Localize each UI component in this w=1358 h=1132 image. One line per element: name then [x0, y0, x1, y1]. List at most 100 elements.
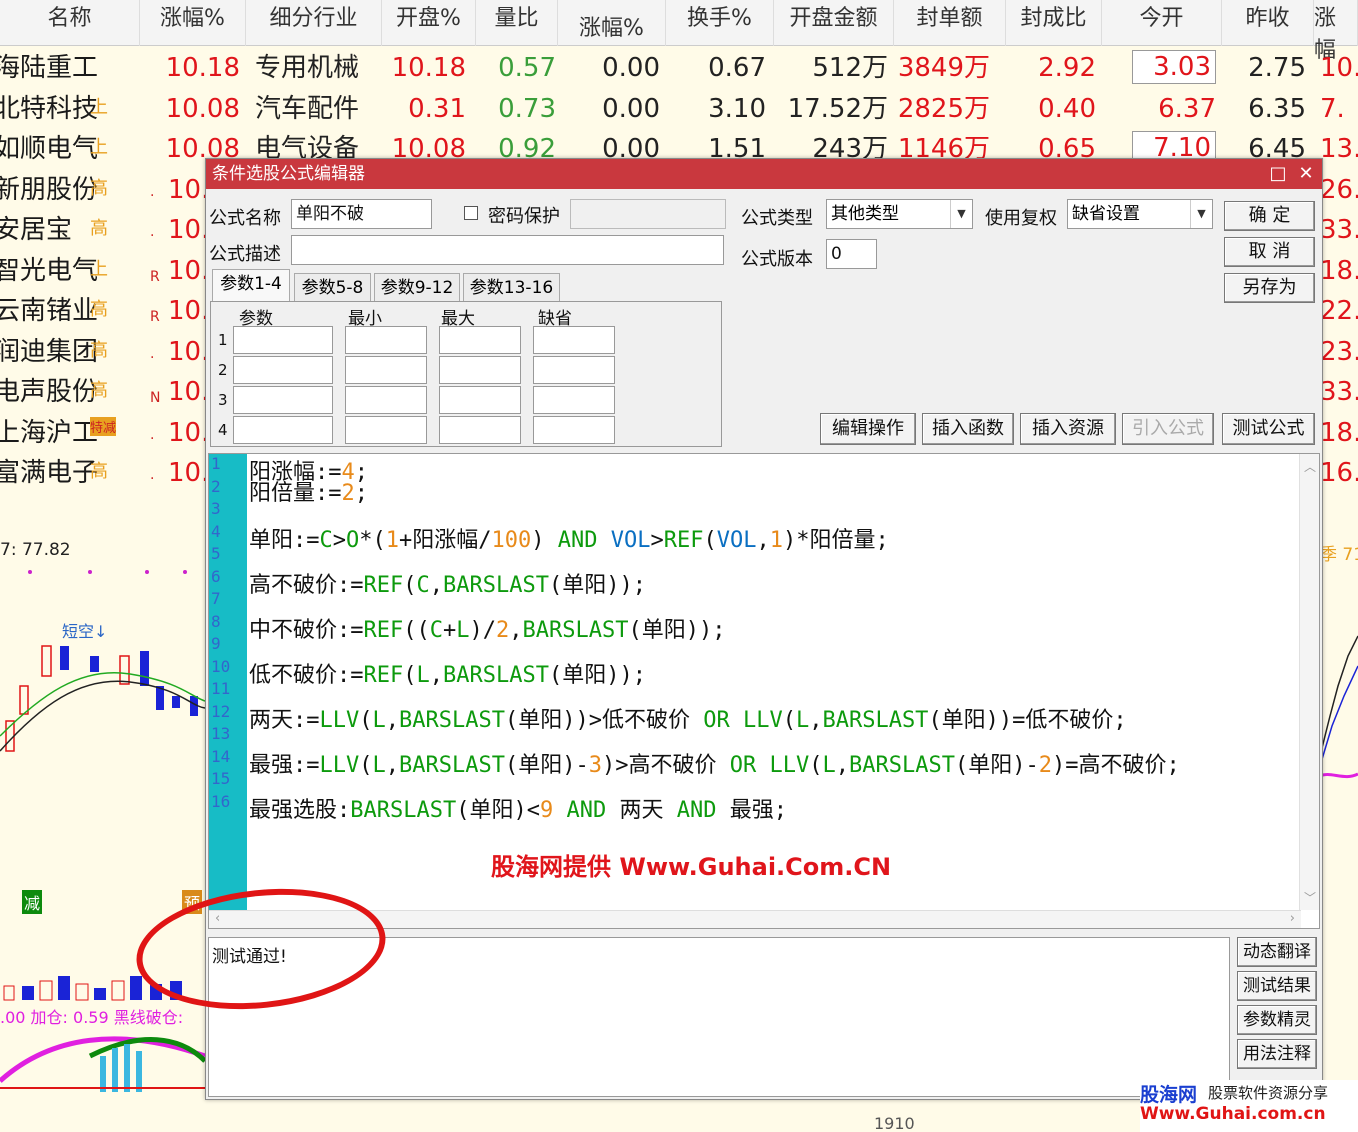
param-cell-input[interactable]	[345, 386, 427, 414]
tab-params-1-4[interactable]: 参数1-4	[212, 269, 290, 301]
formula-type-value: 其他类型	[831, 204, 899, 224]
password-input[interactable]	[570, 199, 726, 229]
scroll-right-icon[interactable]: ›	[1290, 911, 1295, 926]
col-header[interactable]: 涨幅	[1314, 0, 1358, 63]
param-cell-input[interactable]	[439, 386, 521, 414]
stock-tag: 高	[90, 218, 108, 239]
adjust-select[interactable]: 缺省设置 ▼	[1067, 199, 1213, 229]
desc-input[interactable]	[291, 235, 724, 265]
insert-resource-button[interactable]: 插入资源	[1020, 413, 1116, 445]
formula-type-select[interactable]: 其他类型 ▼	[826, 199, 973, 229]
formula-name-input[interactable]: 单阳不破	[291, 199, 432, 229]
stock-tag: 上	[90, 96, 108, 118]
ok-button[interactable]: 确 定	[1224, 201, 1315, 231]
param-cell-input[interactable]	[533, 356, 615, 384]
tab-params-5-8[interactable]: 参数5-8	[294, 273, 371, 301]
param-cell-input[interactable]	[233, 386, 333, 414]
vertical-scrollbar[interactable]: ︿ ﹀	[1299, 454, 1319, 910]
col-header[interactable]: 封单额	[894, 0, 1006, 46]
col-header[interactable]: 封成比	[1006, 0, 1102, 46]
code-token: LLV	[319, 752, 360, 778]
line-number: 4	[211, 521, 221, 541]
line-number: 5	[211, 544, 221, 563]
dynamic-translate-button[interactable]: 动态翻译	[1237, 937, 1317, 967]
col-header[interactable]: 今开	[1102, 0, 1222, 46]
stock-name: 如顺电气	[0, 134, 99, 164]
param-cell-input[interactable]	[345, 326, 427, 354]
col-header[interactable]: 昨收	[1222, 0, 1314, 46]
param-cell-input[interactable]	[439, 416, 521, 444]
code-token: 单阳	[249, 527, 294, 553]
code-token: ,	[429, 572, 444, 598]
test-result-button[interactable]: 测试结果	[1237, 971, 1317, 1001]
chevron-down-icon[interactable]: ▼	[1190, 200, 1212, 228]
param-cell-input[interactable]	[233, 326, 333, 354]
close-icon[interactable]: ✕	[1292, 159, 1320, 189]
usage-notes-button[interactable]: 用法注释	[1237, 1039, 1317, 1069]
param-wizard-button[interactable]: 参数精灵	[1237, 1005, 1317, 1035]
code-token: BARSLAST	[822, 707, 929, 733]
code-token: 两天	[606, 797, 677, 823]
col-header[interactable]: 开盘金额	[774, 0, 894, 46]
code-token: (单阳))>低不破价	[504, 707, 704, 733]
code-line: 单阳:=C>O*(1+阳涨幅/100) AND VOL>REF(VOL,1)*阳…	[249, 522, 889, 554]
table-row[interactable]: 北特科技上 10.08 汽车配件 0.31 0.73 0.00 3.10 17.52万 2825…	[0, 89, 1358, 129]
line-number: 16	[211, 791, 231, 811]
param-cell-input[interactable]	[439, 356, 521, 384]
stock-tag: 高	[90, 299, 108, 320]
param-cell-input[interactable]	[439, 326, 521, 354]
stock-tag: 高	[90, 339, 108, 361]
param-cell-input[interactable]	[533, 386, 615, 414]
test-formula-button[interactable]: 测试公式	[1222, 413, 1315, 445]
edit-ops-button[interactable]: 编辑操作	[820, 413, 916, 445]
code-line: 最强:=LLV(L,BARSLAST(单阳)-3)>高不破价 OR LLV(L,…	[249, 747, 1180, 779]
tab-params-13-16[interactable]: 参数13-16	[463, 273, 560, 301]
code-token: O	[346, 527, 360, 553]
scroll-down-icon[interactable]: ﹀	[1304, 889, 1316, 906]
password-checkbox[interactable]	[464, 206, 478, 220]
param-cell-input[interactable]	[233, 416, 333, 444]
col-header[interactable]: 细分行业	[246, 0, 382, 46]
col-header[interactable]: 涨幅%	[140, 0, 246, 46]
brand-name: 股海网	[1140, 1084, 1198, 1106]
param-cell-input[interactable]	[533, 326, 615, 354]
col-header[interactable]: 名称	[0, 0, 140, 46]
code-token: ,	[385, 707, 400, 733]
cell-industry: 专用机械	[255, 53, 360, 83]
chevron-down-icon[interactable]: ▼	[950, 200, 972, 228]
insert-function-button[interactable]: 插入函数	[922, 413, 1014, 445]
stock-flag: N	[150, 390, 161, 406]
param-cell-input[interactable]	[533, 416, 615, 444]
code-token: (单阳)-	[504, 752, 589, 778]
code-token: 3	[588, 752, 602, 778]
code-token: L	[822, 752, 836, 778]
import-formula-button[interactable]: 引入公式	[1122, 413, 1214, 445]
line-number-gutter: 1 2 3 4 5 6 7 8 9 10 11 12 13 14 15 16	[209, 454, 247, 910]
table-row[interactable]: 海陆重工 10.18 专用机械 10.18 0.57 0.00 0.67 512万 3849万 2…	[0, 48, 1358, 88]
code-token: +	[443, 617, 457, 643]
code-token: OR	[729, 752, 757, 778]
kline-svg	[0, 570, 205, 1092]
tab-params-9-12[interactable]: 参数9-12	[374, 273, 460, 301]
param-cell-input[interactable]	[233, 356, 333, 384]
col-header[interactable]: 换手%	[666, 0, 774, 46]
col-header[interactable]: 开盘%	[382, 0, 476, 46]
code-token: 两天	[249, 707, 294, 733]
code-token: BARSLAST	[399, 707, 505, 733]
col-header[interactable]: 量比	[476, 0, 558, 46]
stock-name: 海陆重工	[0, 53, 99, 83]
save-as-button[interactable]: 另存为	[1224, 273, 1315, 303]
col-header[interactable]: 涨幅%	[558, 0, 666, 46]
cancel-button[interactable]: 取 消	[1224, 237, 1315, 267]
code-line: 两天:=LLV(L,BARSLAST(单阳))>低不破价 OR LLV(L,BA…	[249, 702, 1127, 734]
code-editor[interactable]: 1 2 3 4 5 6 7 8 9 10 11 12 13 14 15 16 阳涨幅:=4; 阳倍量:=2; 单阳…	[208, 453, 1320, 929]
scroll-up-icon[interactable]: ︿	[1304, 458, 1316, 475]
code-token: BARSLAST	[443, 662, 549, 688]
version-input[interactable]: 0	[826, 239, 877, 269]
code-token: AND	[557, 527, 598, 553]
param-cell-input[interactable]	[345, 356, 427, 384]
minimize-icon[interactable]: □	[1264, 159, 1292, 189]
param-cell-input[interactable]	[345, 416, 427, 444]
code-token: (单阳));	[628, 617, 726, 643]
